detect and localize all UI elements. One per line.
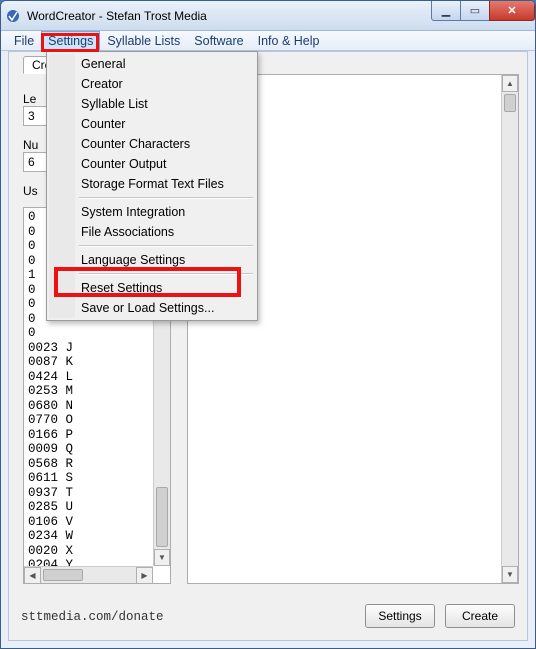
dd-system-integration[interactable]: System Integration <box>49 202 255 222</box>
dd-general[interactable]: General <box>49 54 255 74</box>
dd-creator[interactable]: Creator <box>49 74 255 94</box>
scroll-down-icon[interactable]: ▼ <box>502 566 518 583</box>
menu-info-help[interactable]: Info & Help <box>251 31 327 50</box>
settings-dropdown: General Creator Syllable List Counter Co… <box>46 51 258 321</box>
minimize-button[interactable]: ▁ <box>431 1 461 21</box>
scroll-thumb-vertical[interactable] <box>504 94 516 112</box>
menu-settings[interactable]: Settings <box>41 31 100 50</box>
create-button[interactable]: Create <box>445 604 515 628</box>
scroll-up-icon[interactable]: ▲ <box>502 75 518 92</box>
maximize-button[interactable]: ▭ <box>460 1 490 21</box>
menu-syllable-lists[interactable]: Syllable Lists <box>100 31 187 50</box>
list-scrollbar-horizontal[interactable]: ◀ ▶ <box>24 566 153 583</box>
dd-reset-settings[interactable]: Reset Settings <box>49 278 255 298</box>
dd-save-load[interactable]: Save or Load Settings... <box>49 298 255 318</box>
app-icon <box>5 8 21 24</box>
dropdown-separator <box>79 197 253 199</box>
scroll-right-icon[interactable]: ▶ <box>136 567 153 584</box>
window-controls: ▁ ▭ ✕ <box>432 1 535 21</box>
menu-software[interactable]: Software <box>187 31 250 50</box>
dd-language-settings[interactable]: Language Settings <box>49 250 255 270</box>
titlebar[interactable]: WordCreator - Stefan Trost Media ▁ ▭ ✕ <box>1 1 535 31</box>
dd-counter-characters[interactable]: Counter Characters <box>49 134 255 154</box>
menubar: File Settings Syllable Lists Software In… <box>1 31 535 51</box>
close-button[interactable]: ✕ <box>489 1 535 21</box>
window-title: WordCreator - Stefan Trost Media <box>27 9 207 23</box>
dd-counter-output[interactable]: Counter Output <box>49 154 255 174</box>
menu-file[interactable]: File <box>7 31 41 50</box>
app-window: WordCreator - Stefan Trost Media ▁ ▭ ✕ F… <box>0 0 536 649</box>
scroll-left-icon[interactable]: ◀ <box>24 567 41 584</box>
dd-syllable-list[interactable]: Syllable List <box>49 94 255 114</box>
scroll-thumb-horizontal[interactable] <box>43 569 83 581</box>
dd-file-associations[interactable]: File Associations <box>49 222 255 242</box>
dd-storage-format[interactable]: Storage Format Text Files <box>49 174 255 194</box>
scroll-thumb-vertical[interactable] <box>156 487 168 547</box>
output-scrollbar-vertical[interactable]: ▲ ▼ <box>501 75 518 583</box>
settings-button[interactable]: Settings <box>365 604 435 628</box>
dd-counter[interactable]: Counter <box>49 114 255 134</box>
scroll-down-icon[interactable]: ▼ <box>154 549 170 566</box>
status-text: sttmedia.com/donate <box>21 610 164 624</box>
dropdown-separator <box>79 273 253 275</box>
dropdown-separator <box>79 245 253 247</box>
